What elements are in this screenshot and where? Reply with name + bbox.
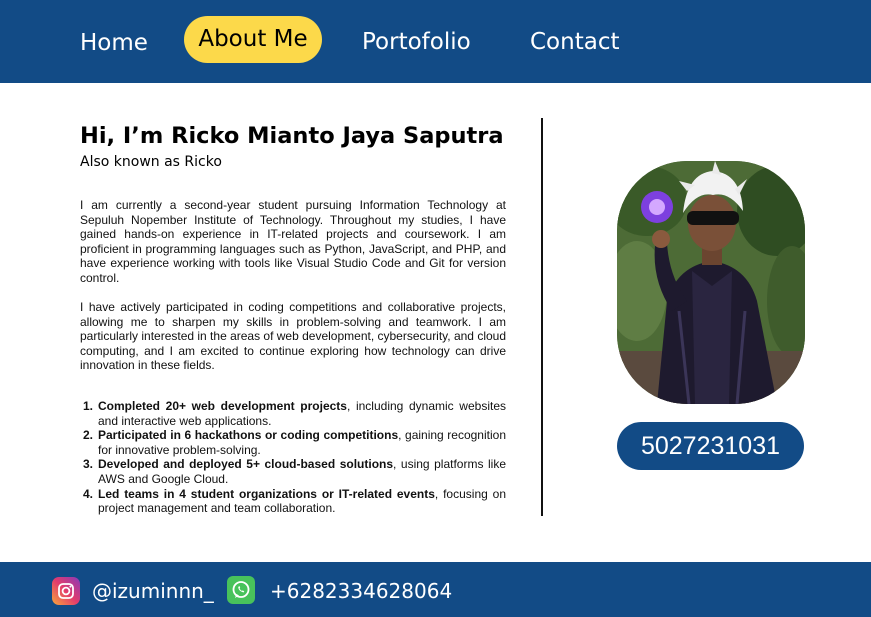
nav-home-link[interactable]: Home bbox=[80, 20, 148, 66]
list-item-number: 4. bbox=[83, 486, 94, 501]
intro-section: Hi, I’m Ricko Mianto Jaya Saputra Also k… bbox=[80, 120, 506, 170]
list-item: 1. Completed 20+ web development projects… bbox=[80, 399, 506, 428]
page-title: Hi, I’m Ricko Mianto Jaya Saputra bbox=[80, 123, 504, 149]
bio-paragraph-2: I have actively participated in coding c… bbox=[80, 300, 507, 373]
profile-photo bbox=[617, 161, 805, 404]
list-item: 4. Led teams in 4 student organizations o… bbox=[80, 487, 506, 516]
bio-paragraph-1: I am currently a second-year student pur… bbox=[80, 198, 506, 285]
footer: @izuminnn_ +6282334628064 bbox=[0, 562, 871, 617]
profile-photo-illustration bbox=[617, 161, 805, 404]
list-item-number: 2. bbox=[83, 428, 94, 443]
achievements-list: 1. Completed 20+ web development projects… bbox=[80, 399, 506, 516]
vertical-divider bbox=[541, 118, 543, 516]
list-item-number: 3. bbox=[83, 457, 94, 472]
instagram-icon[interactable] bbox=[52, 577, 80, 605]
list-item-number: 1. bbox=[83, 399, 94, 413]
achievement-highlight: Led teams in 4 student organizations or … bbox=[98, 486, 435, 501]
achievement-highlight: Developed and deployed 5+ cloud-based so… bbox=[98, 457, 394, 472]
list-item: 2. Participated in 6 hackathons or coding… bbox=[80, 428, 506, 457]
achievement-highlight: Completed 20+ web development projects bbox=[98, 399, 347, 413]
achievement-highlight: Participated in 6 hackathons or coding c… bbox=[98, 428, 399, 443]
navbar: Home About Me Portofolio Contact bbox=[0, 0, 871, 83]
student-id-badge: 5027231031 bbox=[617, 422, 804, 470]
whatsapp-number-link[interactable]: +6282334628064 bbox=[270, 578, 452, 604]
nav-contact-link[interactable]: Contact bbox=[530, 19, 619, 65]
nav-about-me-link[interactable]: About Me bbox=[184, 16, 322, 63]
nav-portofolio-link[interactable]: Portofolio bbox=[362, 19, 471, 65]
nickname-text: Also known as Ricko bbox=[80, 154, 222, 170]
instagram-handle-link[interactable]: @izuminnn_ bbox=[92, 578, 214, 604]
whatsapp-icon[interactable] bbox=[227, 576, 255, 604]
list-item: 3. Developed and deployed 5+ cloud-based … bbox=[80, 457, 506, 486]
